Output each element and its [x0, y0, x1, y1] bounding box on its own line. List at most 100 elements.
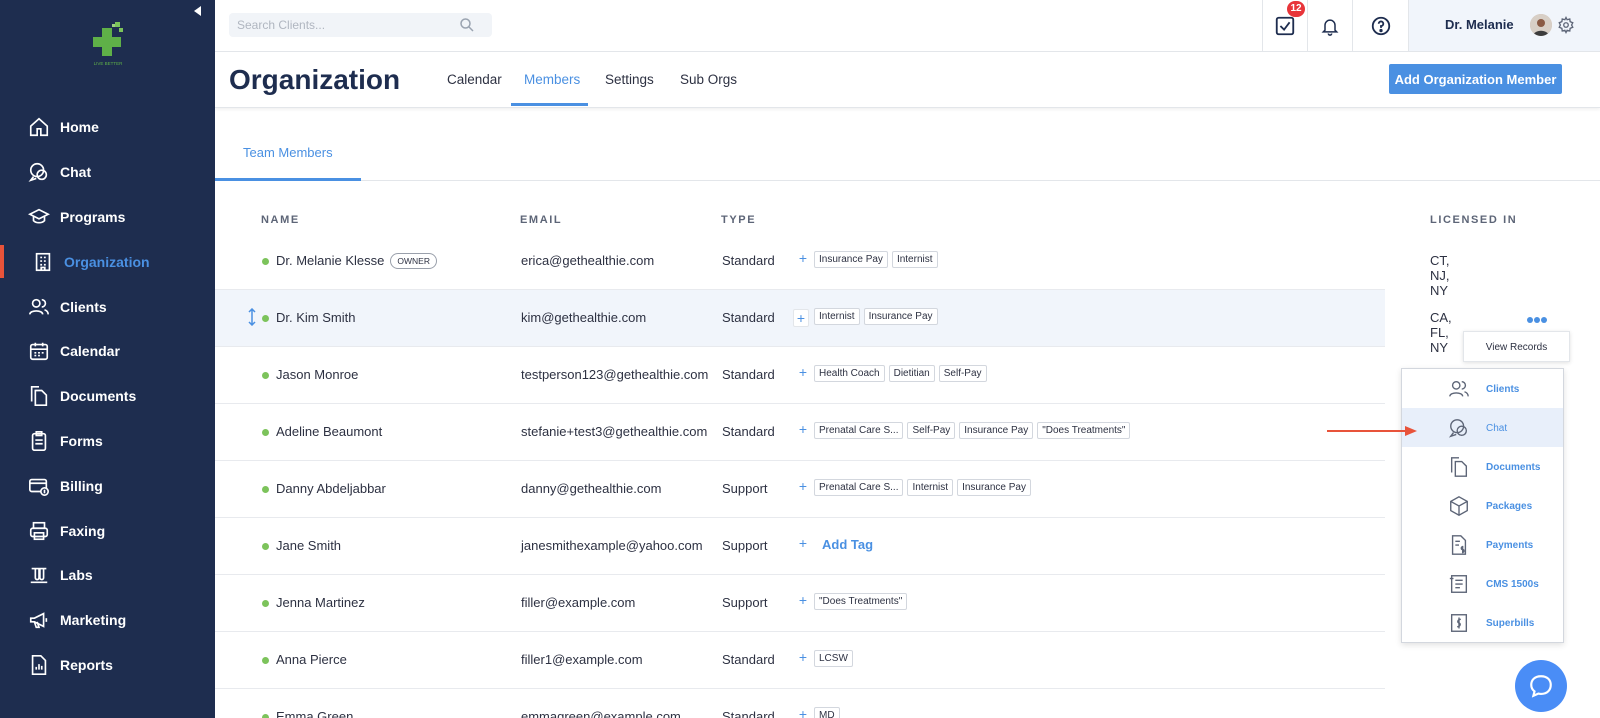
tab-sub-orgs[interactable]: Sub Orgs [680, 72, 737, 87]
sidebar-item-reports[interactable]: Reports [0, 643, 215, 688]
tab-calendar[interactable]: Calendar [447, 72, 502, 87]
more-options-icon[interactable] [1526, 316, 1548, 324]
menu-item-packages[interactable]: Packages [1402, 486, 1563, 525]
sidebar-item-home[interactable]: Home [0, 105, 215, 150]
tag[interactable]: Internist [814, 308, 860, 325]
tag[interactable]: Internist [891, 251, 938, 268]
tasks-button[interactable]: 12 [1262, 0, 1307, 51]
sidebar: LIVE BETTER Home Chat Programs Organizat… [0, 0, 215, 718]
menu-item-payments[interactable]: Payments [1402, 525, 1563, 564]
search-icon[interactable] [459, 17, 475, 33]
tag[interactable]: LCSW [814, 650, 853, 667]
member-type: Standard [722, 367, 775, 382]
table-row[interactable]: Jason Monroe testperson123@gethealthie.c… [215, 347, 1385, 404]
sidebar-item-programs[interactable]: Programs [0, 195, 215, 240]
support-chat-button[interactable] [1515, 660, 1567, 712]
add-tag-plus-icon[interactable]: + [795, 535, 811, 553]
add-tag-button[interactable]: + [795, 478, 811, 496]
sidebar-item-calendar[interactable]: Calendar [0, 329, 215, 374]
drag-handle-icon[interactable] [247, 308, 257, 326]
tag[interactable]: Internist [907, 479, 954, 496]
sidebar-item-clients[interactable]: Clients [0, 284, 215, 329]
sidebar-item-documents[interactable]: Documents [0, 374, 215, 419]
search-input[interactable] [229, 13, 492, 37]
tag[interactable]: Insurance Pay [957, 479, 1031, 496]
sidebar-item-forms[interactable]: Forms [0, 419, 215, 464]
add-tag-button[interactable]: + [795, 421, 811, 439]
tag[interactable]: Insurance Pay [959, 422, 1034, 439]
member-type: Standard [722, 424, 775, 439]
add-tag-link[interactable]: Add Tag [822, 537, 873, 552]
tag[interactable]: Insurance Pay [814, 251, 888, 268]
tag[interactable]: Insurance Pay [863, 308, 938, 325]
table-row[interactable]: Adeline Beaumont stefanie+test3@gethealt… [215, 404, 1385, 461]
menu-item-superbills[interactable]: Superbills [1402, 603, 1563, 642]
users-icon [1449, 380, 1469, 397]
member-email: filler1@example.com [521, 652, 643, 667]
printer-icon [29, 521, 49, 540]
tag[interactable]: Prenatal Care S... [814, 422, 904, 439]
logo: LIVE BETTER [93, 22, 123, 66]
sidebar-item-marketing[interactable]: Marketing [0, 598, 215, 643]
add-organization-member-button[interactable]: Add Organization Member [1389, 64, 1562, 94]
column-header-email: EMAIL [520, 214, 563, 226]
test-tubes-icon [30, 568, 48, 584]
tab-members[interactable]: Members [524, 72, 580, 87]
table-row[interactable]: Dr. Kim Smith kim@gethealthie.com Standa… [215, 290, 1452, 355]
tag[interactable]: Self-Pay [938, 365, 987, 382]
add-tag-button[interactable]: + [795, 649, 811, 667]
clipboard-icon [31, 430, 47, 451]
tag[interactable]: MD [814, 707, 840, 718]
menu-item-chat[interactable]: Chat [1402, 408, 1563, 447]
sidebar-item-labs[interactable]: Labs [0, 553, 215, 598]
column-header-licensed-in: LICENSED IN [1430, 214, 1518, 226]
tab-team-members[interactable]: Team Members [243, 145, 333, 160]
table-row[interactable]: Jenna Martinez filler@example.com Suppor… [215, 575, 1385, 632]
sidebar-item-chat[interactable]: Chat [0, 150, 215, 195]
tag[interactable]: "Does Treatments" [814, 593, 908, 610]
add-tag-button[interactable]: + [795, 250, 811, 268]
table-row[interactable]: Jane Smith janesmithexample@yahoo.com Su… [215, 518, 1385, 575]
tag[interactable]: Self-Pay [907, 422, 956, 439]
tag[interactable]: "Does Treatments" [1037, 422, 1131, 439]
table-row[interactable]: Anna Pierce filler1@example.com Standard… [215, 632, 1385, 689]
table-row[interactable]: Emma Green emmagreen@example.com Standar… [215, 689, 1385, 718]
documents-icon [1450, 457, 1468, 477]
help-button[interactable] [1352, 0, 1408, 51]
collapse-sidebar-icon[interactable] [194, 6, 201, 16]
menu-item-documents[interactable]: Documents [1402, 447, 1563, 486]
add-tag-button[interactable]: + [795, 364, 811, 382]
table-row[interactable]: Danny Abdeljabbar danny@gethealthie.com … [215, 461, 1385, 518]
tag-list: LCSW [814, 650, 853, 667]
notifications-button[interactable] [1307, 0, 1352, 51]
avatar[interactable] [1530, 14, 1552, 36]
owner-badge: OWNER [390, 253, 437, 269]
tag-list: Internist Insurance Pay [814, 308, 938, 325]
tag[interactable]: Prenatal Care S... [814, 479, 904, 496]
add-tag-button[interactable]: + [793, 309, 809, 327]
tab-settings[interactable]: Settings [605, 72, 654, 87]
table-row[interactable]: Dr. Melanie Klesse OWNER erica@gethealthi… [215, 233, 1450, 298]
status-dot [262, 600, 269, 607]
sidebar-item-faxing[interactable]: Faxing [0, 508, 215, 553]
cms-form-icon [1449, 575, 1468, 593]
member-name: Adeline Beaumont [276, 424, 383, 439]
annotation-arrow-icon [1327, 426, 1417, 436]
sidebar-item-organization[interactable]: Organization [0, 239, 215, 284]
tag[interactable]: Health Coach [814, 365, 885, 382]
chat-icon [28, 163, 48, 183]
add-tag-button[interactable]: + [795, 706, 811, 718]
sidebar-item-billing[interactable]: Billing [0, 463, 215, 508]
menu-item-label: CMS 1500s [1486, 579, 1539, 590]
sidebar-item-label: Faxing [60, 522, 106, 539]
menu-item-clients[interactable]: Clients [1402, 369, 1563, 408]
add-tag-button[interactable]: + [795, 592, 811, 610]
user-menu[interactable]: Dr. Melanie [1408, 0, 1600, 51]
gear-icon[interactable] [1557, 16, 1575, 34]
member-name: Dr. Melanie Klesse OWNER [276, 253, 437, 269]
licensed-states: CT, NJ, NY [1430, 253, 1450, 298]
menu-item-cms-1500s[interactable]: CMS 1500s [1402, 564, 1563, 603]
member-email: emmagreen@example.com [521, 709, 681, 718]
member-email: kim@gethealthie.com [521, 310, 647, 325]
tag[interactable]: Dietitian [888, 365, 935, 382]
